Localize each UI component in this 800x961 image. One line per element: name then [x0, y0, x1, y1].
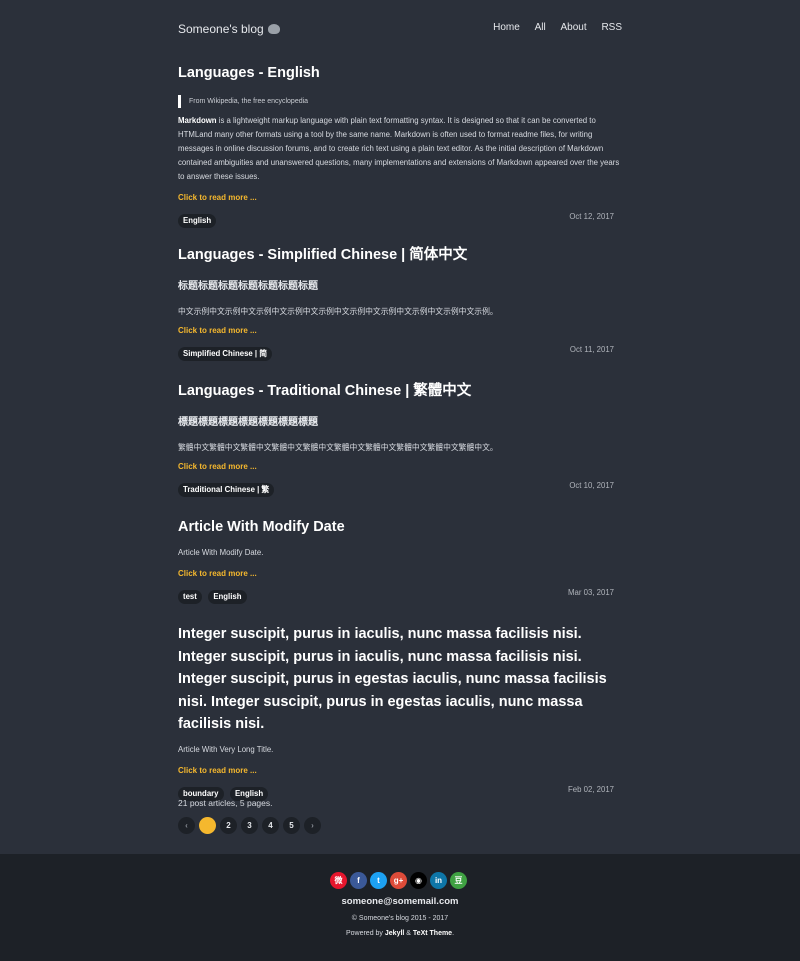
text-theme-link[interactable]: TeXt Theme: [413, 930, 452, 937]
post-date: Oct 12, 2017: [569, 212, 614, 221]
read-more-link[interactable]: Click to read more ...: [178, 193, 622, 202]
jekyll-link[interactable]: Jekyll: [385, 930, 404, 937]
post-blockquote: From Wikipedia, the free encyclopedia: [178, 95, 622, 108]
read-more-link[interactable]: Click to read more ...: [178, 569, 622, 578]
github-icon[interactable]: ◉: [410, 872, 427, 889]
powered-amp: &: [404, 930, 413, 937]
post-meta: English Oct 12, 2017: [178, 210, 622, 228]
main-container: Someone's blog Home All About RSS Langua…: [178, 0, 622, 834]
post-excerpt: Markdown is a lightweight markup languag…: [178, 114, 622, 184]
site-header: Someone's blog Home All About RSS: [178, 0, 622, 56]
excerpt-bold: Markdown: [178, 116, 217, 125]
read-more-link[interactable]: Click to read more ...: [178, 766, 622, 775]
prev-page-button[interactable]: ‹: [178, 817, 195, 834]
facebook-icon[interactable]: f: [350, 872, 367, 889]
post-item: Languages - English From Wikipedia, the …: [178, 62, 622, 228]
post-date: Feb 02, 2017: [568, 784, 614, 794]
site-title[interactable]: Someone's blog: [178, 22, 280, 36]
tag-badge[interactable]: Simplified Chinese | 简: [178, 347, 273, 361]
powered-prefix: Powered by: [345, 930, 385, 937]
post-item: Languages - Simplified Chinese | 简体中文 标题…: [178, 244, 622, 361]
post-date: Mar 03, 2017: [568, 588, 614, 597]
tag-badge[interactable]: English: [208, 590, 247, 604]
page-button-5[interactable]: 5: [283, 817, 300, 834]
powered-suffix: .: [452, 930, 455, 937]
pagination: ‹ 1 2 3 4 5 ›: [178, 817, 321, 834]
excerpt-text: is a lightweight markup language with pl…: [178, 116, 620, 181]
post-date: Oct 10, 2017: [569, 481, 614, 490]
social-links: 微 f t g+ ◉ in 豆: [330, 872, 467, 889]
post-title[interactable]: Integer suscipit, purus in iaculis, nunc…: [178, 623, 622, 736]
nav-rss[interactable]: RSS: [601, 22, 622, 33]
read-more-link[interactable]: Click to read more ...: [178, 462, 622, 471]
post-title[interactable]: Languages - Traditional Chinese | 繁體中文: [178, 380, 622, 402]
pagination-summary: 21 post articles, 5 pages.: [178, 798, 273, 808]
post-title[interactable]: Languages - English: [178, 62, 622, 84]
footer-copyright: © Someone's blog 2015 - 2017: [351, 915, 449, 922]
elephant-icon: [267, 24, 280, 34]
page-button-1[interactable]: 1: [199, 817, 216, 834]
douban-icon[interactable]: 豆: [450, 872, 467, 889]
post-excerpt: 中文示例中文示例中文示例中文示例中文示例中文示例中文示例中文示例中文示例中文示例…: [178, 307, 498, 316]
google-plus-icon[interactable]: g+: [390, 872, 407, 889]
post-meta: boundary English Feb 02, 2017: [178, 783, 622, 801]
post-meta: test English Mar 03, 2017: [178, 586, 622, 604]
next-page-button[interactable]: ›: [304, 817, 321, 834]
post-title[interactable]: Languages - Simplified Chinese | 简体中文: [178, 244, 622, 266]
tag-badge[interactable]: test: [178, 590, 202, 604]
nav-about[interactable]: About: [561, 22, 587, 33]
site-title-text[interactable]: Someone's blog: [178, 22, 264, 36]
linkedin-icon[interactable]: in: [430, 872, 447, 889]
twitter-icon[interactable]: t: [370, 872, 387, 889]
post-item: Article With Modify Date Article With Mo…: [178, 516, 622, 604]
page-button-4[interactable]: 4: [262, 817, 279, 834]
read-more-link[interactable]: Click to read more ...: [178, 326, 622, 335]
post-subheading: 標題標題標題標題標題標題標題: [178, 417, 318, 428]
site-footer: 微 f t g+ ◉ in 豆 someone@somemail.com © Someone…: [0, 854, 800, 961]
post-date: Oct 11, 2017: [569, 345, 614, 354]
tag-badge[interactable]: English: [178, 214, 217, 228]
post-excerpt: Article With Modify Date.: [178, 548, 264, 557]
post-subheading: 标题标题标题标题标题标题标题: [178, 281, 318, 292]
page-button-3[interactable]: 3: [241, 817, 258, 834]
tag-badge[interactable]: Traditional Chinese | 繁: [178, 483, 275, 497]
post-meta: Simplified Chinese | 简 Oct 11, 2017: [178, 343, 622, 361]
post-item: Languages - Traditional Chinese | 繁體中文 標…: [178, 380, 622, 497]
footer-email[interactable]: someone@somemail.com: [0, 896, 800, 907]
nav-all[interactable]: All: [535, 22, 546, 33]
nav-home[interactable]: Home: [493, 22, 520, 33]
footer-powered-by: Powered by Jekyll & TeXt Theme.: [0, 930, 800, 937]
page-button-2[interactable]: 2: [220, 817, 237, 834]
post-excerpt: 繁體中文繁體中文繁體中文繁體中文繁體中文繁體中文繁體中文繁體中文繁體中文繁體中文…: [178, 443, 498, 452]
post-item: Integer suscipit, purus in iaculis, nunc…: [178, 623, 622, 801]
main-nav: Home All About RSS: [481, 22, 622, 33]
weibo-icon[interactable]: 微: [330, 872, 347, 889]
post-meta: Traditional Chinese | 繁 Oct 10, 2017: [178, 479, 622, 497]
post-title[interactable]: Article With Modify Date: [178, 516, 622, 538]
post-excerpt: Article With Very Long Title.: [178, 744, 274, 754]
